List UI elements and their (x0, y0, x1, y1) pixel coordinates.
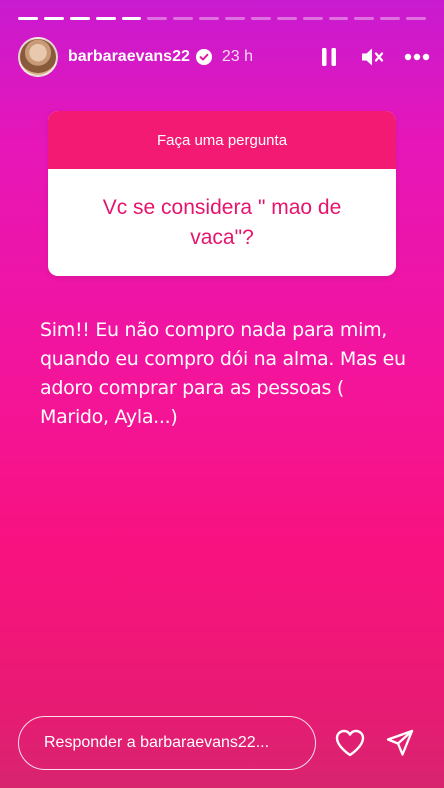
story-progress-bar (18, 17, 426, 20)
progress-segment (199, 17, 219, 20)
reply-input[interactable]: Responder a barbaraevans22... (18, 716, 316, 770)
story-answer-text: Sim!! Eu não compro nada para mim, quand… (40, 319, 406, 428)
progress-segment (380, 17, 401, 20)
progress-segment (121, 17, 142, 20)
username[interactable]: barbaraevans22 (68, 48, 190, 66)
avatar[interactable] (18, 37, 58, 77)
pause-icon[interactable] (316, 44, 342, 70)
progress-segment (302, 17, 323, 20)
progress-segment (173, 17, 194, 20)
progress-segment (225, 17, 245, 20)
reply-input-placeholder: Responder a barbaraevans22... (44, 734, 270, 751)
progress-segment (354, 17, 375, 20)
timestamp: 23 h (221, 48, 253, 65)
progress-segment (406, 17, 426, 20)
story-header: barbaraevans22 23 h (18, 37, 430, 77)
heart-icon[interactable] (333, 726, 367, 760)
progress-segment (69, 17, 90, 20)
muted-speaker-icon[interactable] (360, 44, 386, 70)
question-sticker-prompt: Faça uma pergunta (48, 111, 396, 169)
progress-segment (328, 17, 349, 20)
verified-badge-icon (195, 49, 212, 65)
progress-segment (18, 17, 38, 20)
progress-segment (43, 17, 64, 20)
more-horizontal-icon[interactable] (404, 44, 430, 70)
send-icon[interactable] (383, 726, 417, 760)
progress-segment (276, 17, 297, 20)
progress-segment (147, 17, 168, 20)
progress-segment (250, 17, 271, 20)
question-sticker-question: Vc se considera " mao de vaca"? (102, 195, 342, 249)
story-controls (316, 44, 430, 70)
progress-segment (95, 17, 116, 20)
question-sticker[interactable]: Faça uma pergunta Vc se considera " mao … (48, 111, 396, 276)
